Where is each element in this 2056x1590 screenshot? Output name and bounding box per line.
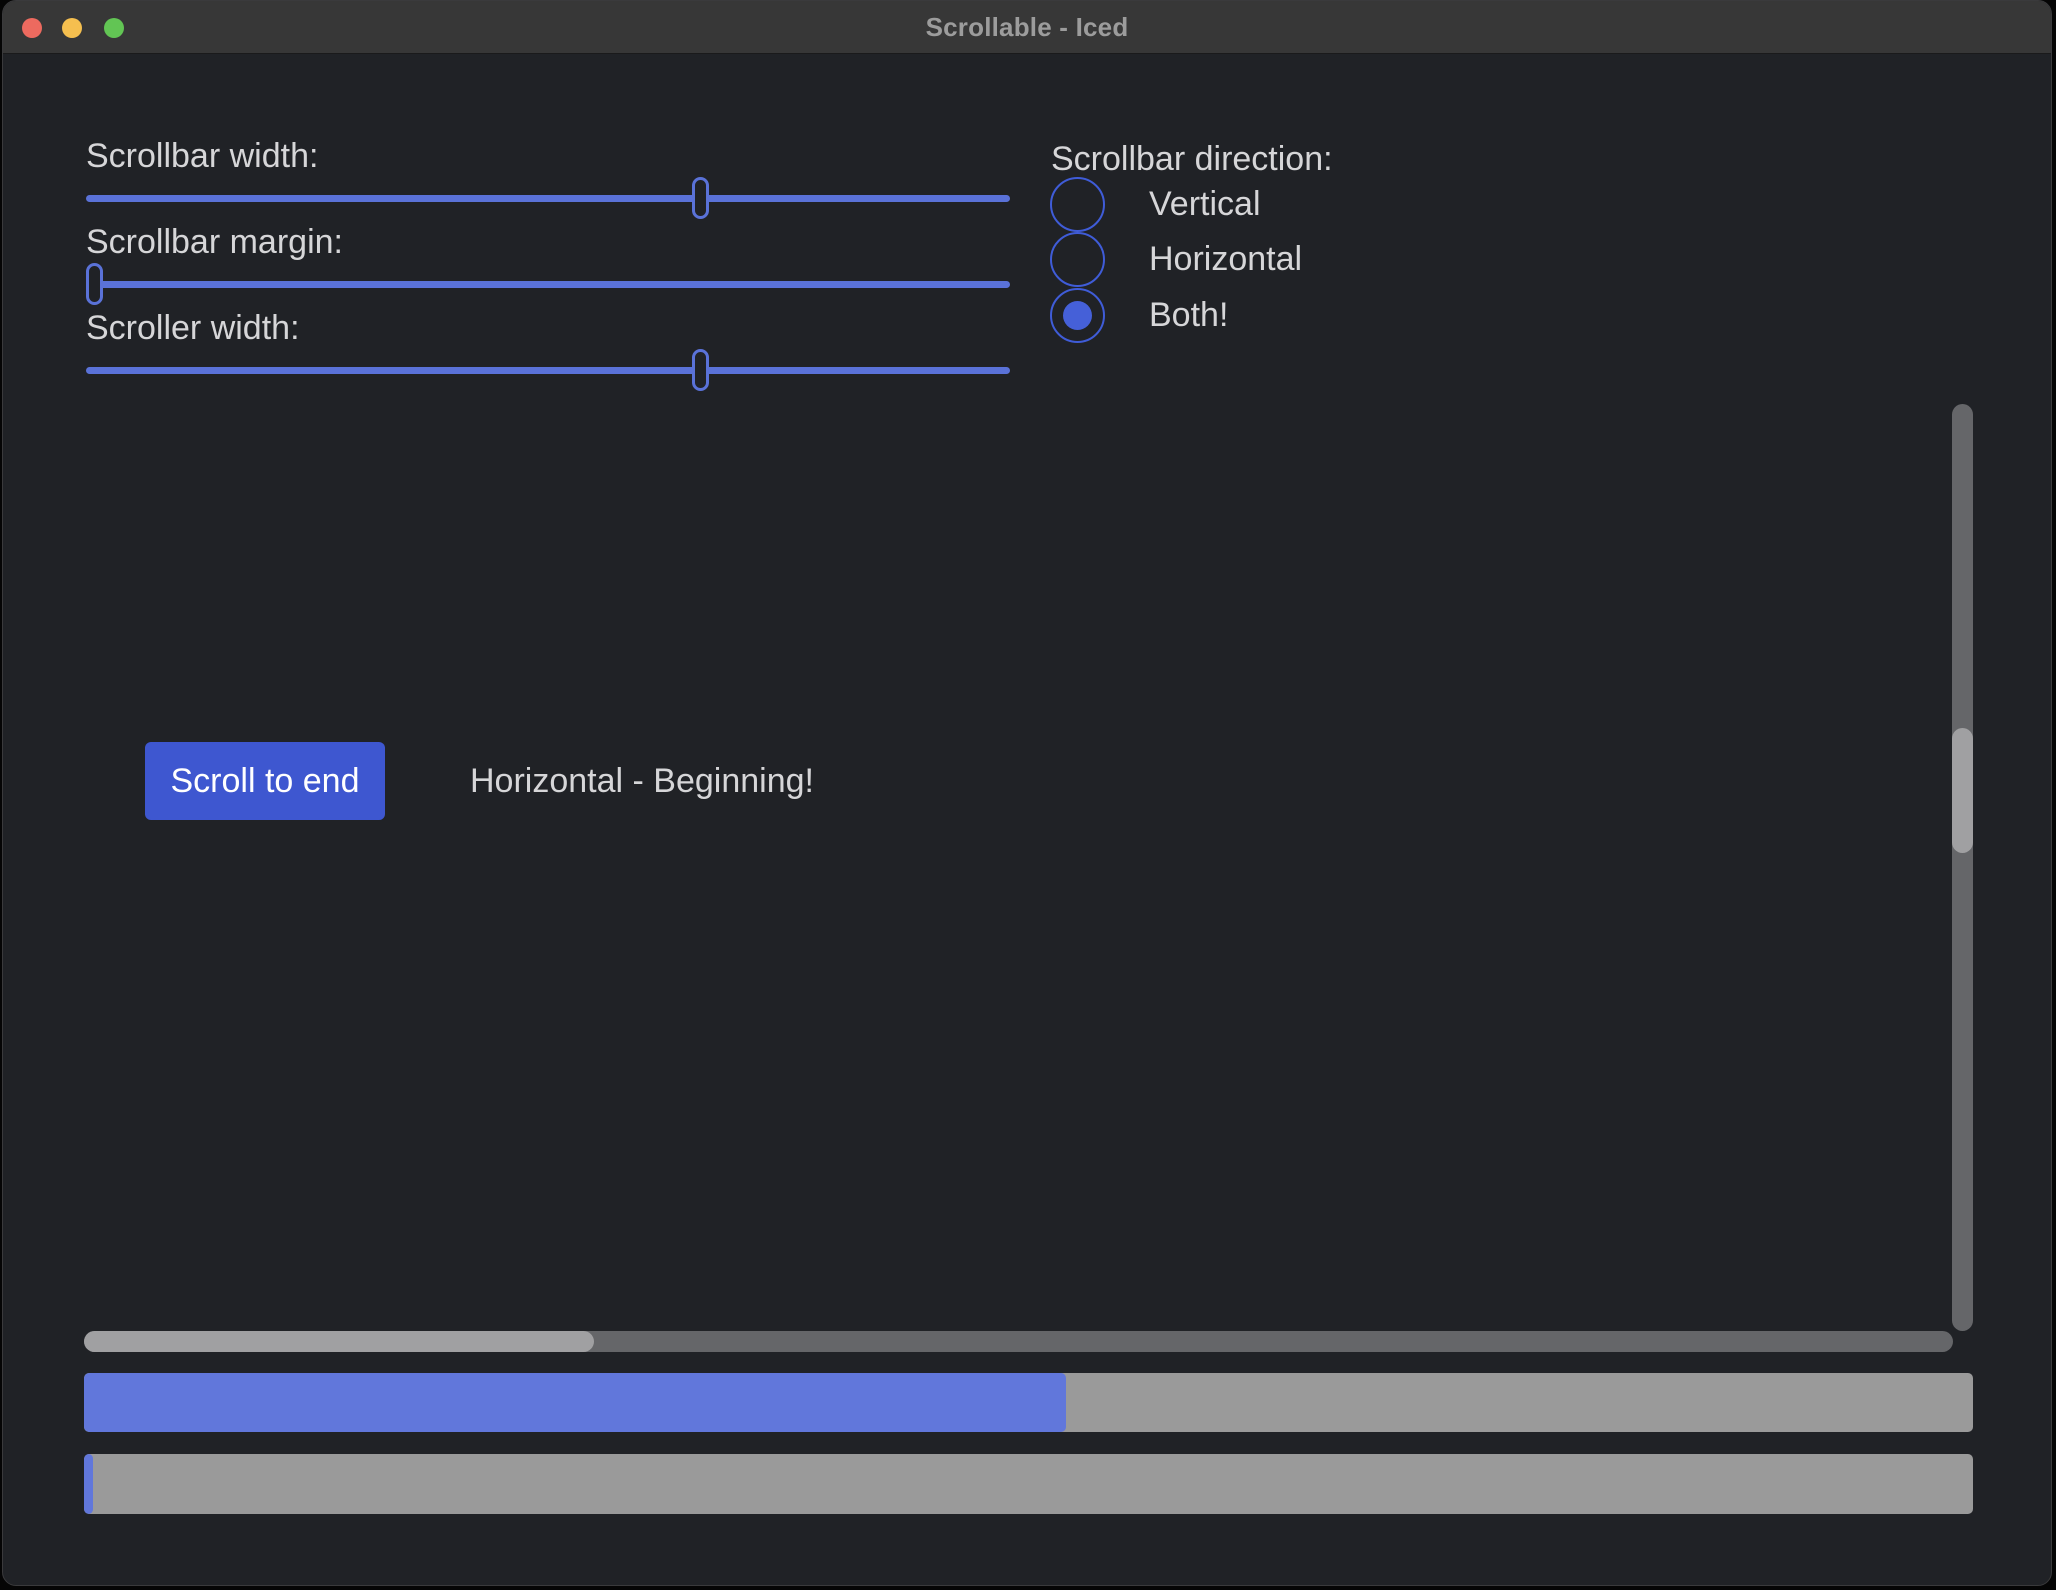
radio-dot-icon (1063, 301, 1092, 330)
radio-circle-icon[interactable] (1050, 232, 1105, 287)
vertical-scrollbar-track[interactable] (1952, 404, 1973, 1331)
app-window: Scrollable - Iced Scrollbar width: Scrol… (2, 0, 2052, 1586)
scrollbar-width-slider[interactable] (86, 177, 1010, 219)
scrollbar-margin-label: Scrollbar margin: (86, 222, 343, 262)
horizontal-scrollbar-thumb[interactable] (84, 1331, 594, 1352)
radio-label: Both! (1149, 296, 1228, 335)
progress-fill (84, 1454, 93, 1514)
vertical-scrollbar-thumb[interactable] (1952, 728, 1973, 852)
window-title: Scrollable - Iced (3, 1, 2051, 54)
radio-both[interactable]: Both! (1050, 288, 1228, 343)
slider-thumb[interactable] (692, 177, 709, 219)
scrollbar-width-label: Scrollbar width: (86, 136, 318, 176)
radio-vertical[interactable]: Vertical (1050, 177, 1261, 232)
slider-rail[interactable] (86, 281, 1010, 288)
radio-circle-icon[interactable] (1050, 177, 1105, 232)
horizontal-scrollbar-track[interactable] (84, 1331, 1953, 1352)
scroll-to-end-button[interactable]: Scroll to end (145, 742, 385, 820)
slider-rail[interactable] (86, 367, 1010, 374)
scroller-width-slider[interactable] (86, 349, 1010, 391)
horizontal-progress-bar (84, 1373, 1973, 1432)
radio-horizontal[interactable]: Horizontal (1050, 232, 1302, 287)
slider-thumb[interactable] (86, 263, 103, 305)
vertical-progress-bar (84, 1454, 1973, 1514)
progress-fill (84, 1373, 1066, 1432)
radio-label: Vertical (1149, 185, 1261, 224)
radio-circle-icon[interactable] (1050, 288, 1105, 343)
radio-label: Horizontal (1149, 240, 1302, 279)
slider-rail[interactable] (86, 195, 1010, 202)
scroll-status-text: Horizontal - Beginning! (470, 742, 814, 820)
slider-thumb[interactable] (692, 349, 709, 391)
titlebar: Scrollable - Iced (3, 1, 2051, 54)
scrollbar-margin-slider[interactable] (86, 263, 1010, 305)
scrollbar-direction-label: Scrollbar direction: (1051, 139, 1333, 179)
scroller-width-label: Scroller width: (86, 308, 300, 348)
